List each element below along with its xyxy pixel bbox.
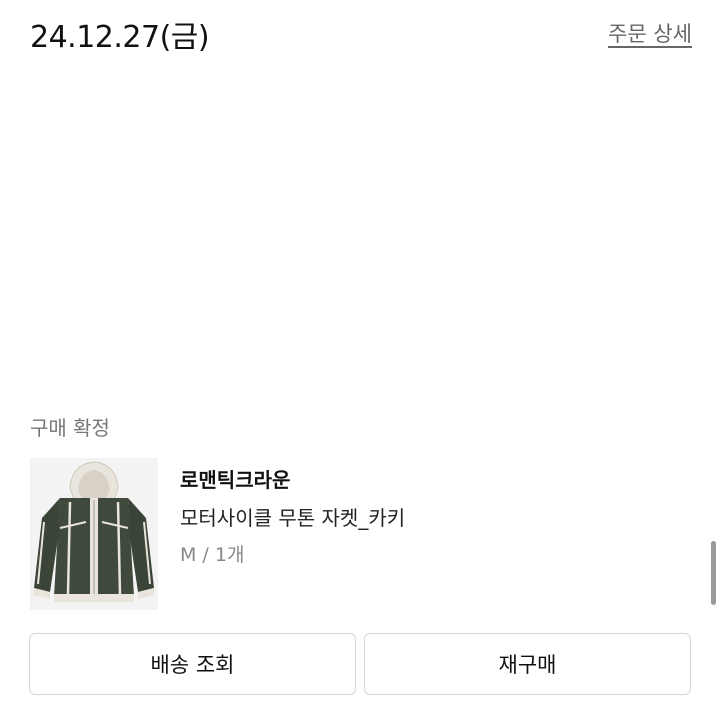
- khaki-jacket-icon: [33, 461, 155, 602]
- order-date: 24.12.27(금): [30, 20, 210, 55]
- product-row[interactable]: 로맨틱크라운 모터사이클 무톤 자켓_카키 M / 1개: [30, 458, 690, 610]
- order-card: 24.12.27(금) 주문 상세 구매 확정 로맨틱크라운 모터사이클 무톤 …: [0, 0, 720, 720]
- product-name: 모터사이클 무톤 자켓_카키: [180, 506, 406, 530]
- track-delivery-button[interactable]: 배송 조회: [29, 633, 356, 695]
- order-status: 구매 확정: [30, 416, 110, 440]
- order-detail-link[interactable]: 주문 상세: [608, 18, 692, 48]
- product-option: M / 1개: [180, 544, 245, 566]
- product-thumbnail[interactable]: [30, 458, 158, 610]
- reorder-button[interactable]: 재구매: [364, 633, 691, 695]
- scrollbar[interactable]: [711, 541, 716, 605]
- product-brand: 로맨틱크라운: [180, 468, 291, 492]
